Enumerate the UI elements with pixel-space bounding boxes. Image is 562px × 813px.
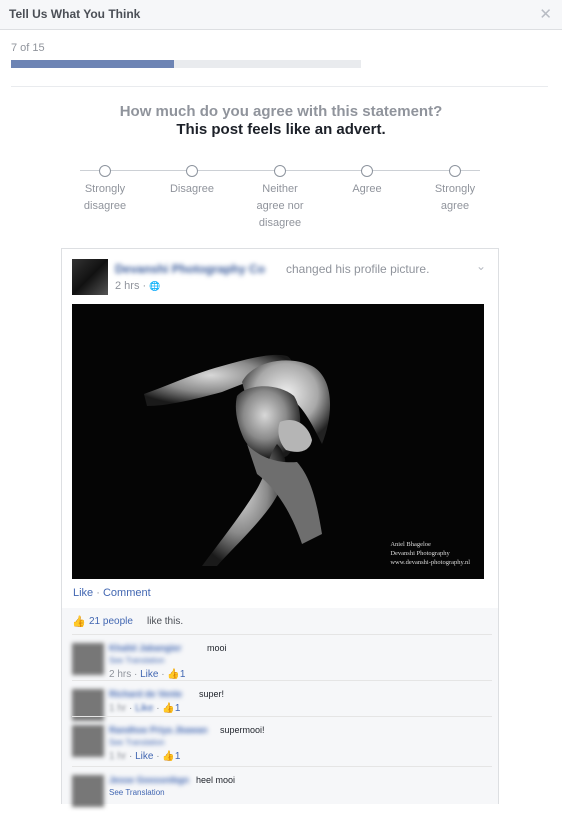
post-author[interactable]: Devanshi Photography Co: [115, 262, 265, 276]
credit-line: Aniel Bhageloe: [390, 541, 431, 548]
comment-time[interactable]: 1 hr: [109, 751, 126, 762]
scale-label-neither: Neither agree nor disagree: [235, 181, 325, 232]
see-translation-link[interactable]: See Translation: [109, 656, 165, 665]
comment-like-link[interactable]: Like: [135, 751, 153, 762]
comment-author[interactable]: Randhoe Priya Jbawan: [109, 725, 208, 735]
radio-agree[interactable]: [361, 165, 373, 177]
scale-label-line: Neither: [262, 183, 298, 195]
avatar[interactable]: [72, 725, 104, 757]
dialog-header: Tell Us What You Think ✕: [0, 0, 562, 30]
comment-like-count[interactable]: 1: [175, 703, 181, 714]
comment-author[interactable]: Jesse Goossnibgn: [109, 775, 189, 785]
avatar[interactable]: [72, 775, 104, 807]
comment-like-link[interactable]: Like: [135, 703, 153, 714]
likes-count[interactable]: 21 people: [89, 616, 133, 627]
likes-summary: 👍 21 people like this.: [61, 608, 499, 635]
avatar[interactable]: [72, 259, 108, 295]
chevron-down-icon[interactable]: ⌄: [476, 259, 486, 273]
comment-like-count[interactable]: 1: [175, 751, 181, 762]
post-time: 2 hrs · 🌐: [115, 280, 160, 292]
scale-label-disagree: Disagree: [147, 181, 237, 198]
progress-text: 7 of 15: [11, 42, 45, 54]
comments-list: Khalid Jabangier mooi See Translation 2 …: [61, 634, 499, 807]
like-link[interactable]: Like: [73, 587, 93, 599]
comment: Khalid Jabangier mooi See Translation 2 …: [72, 634, 492, 681]
action-separator: ·: [93, 587, 103, 599]
scale-label-line: agree nor: [256, 200, 304, 212]
radio-neither[interactable]: [274, 165, 286, 177]
comment-like-count[interactable]: 1: [180, 669, 186, 680]
comment-time[interactable]: 2 hrs: [109, 669, 131, 680]
comment-link[interactable]: Comment: [103, 587, 151, 599]
comment-meta: 2 hrs · Like · 👍1: [109, 669, 186, 680]
close-icon[interactable]: ✕: [539, 5, 552, 23]
comment: Jesse Goossnibgn heel mooi See Translati…: [72, 766, 492, 813]
scale-label-line: disagree: [258, 217, 302, 229]
survey-statement: This post feels like an advert.: [176, 121, 386, 138]
thumbs-up-icon: 👍: [162, 703, 175, 714]
see-translation-link[interactable]: See Translation: [109, 738, 165, 747]
comment-meta: 1 hr · Like · 👍1: [109, 703, 181, 714]
post-photo[interactable]: Aniel Bhageloe Devanshi Photography www.…: [72, 304, 484, 579]
scale-label-strongly-agree: Strongly agree: [410, 181, 500, 215]
avatar[interactable]: [72, 643, 104, 675]
credit-line: Devanshi Photography: [390, 550, 450, 557]
comment-text: super!: [199, 689, 225, 699]
comment-text: mooi: [207, 643, 227, 653]
scale-label-line: disagree: [83, 200, 127, 212]
scale-label-line: agree: [440, 200, 470, 212]
comment-like-link[interactable]: Like: [140, 669, 158, 680]
comment-text: supermooi!: [220, 725, 265, 735]
comment-meta: 1 hr · Like · 👍1: [109, 751, 181, 762]
scale-label-strongly-disagree: Strongly disagree: [60, 181, 150, 215]
comment-author[interactable]: Richard de Vente: [109, 689, 182, 699]
progress-bar: [11, 60, 361, 68]
comment-text: heel mooi: [196, 775, 236, 785]
comment: Randhoe Priya Jbawan supermooi! See Tran…: [72, 716, 492, 763]
thumbs-up-icon: 👍: [167, 669, 180, 680]
scale-label-line: Disagree: [169, 183, 215, 195]
post-actions: Like · Comment: [73, 587, 151, 599]
post-action: changed his profile picture.: [286, 262, 430, 276]
scale-label-agree: Agree: [322, 181, 412, 198]
radio-strongly-disagree[interactable]: [99, 165, 111, 177]
divider: [11, 86, 548, 87]
globe-icon: 🌐: [149, 281, 161, 291]
see-translation-link[interactable]: See Translation: [109, 788, 165, 797]
scale-label-line: Strongly: [84, 183, 126, 195]
likes-suffix: like this.: [147, 616, 184, 627]
thumbs-up-icon: 👍: [162, 751, 175, 762]
radio-strongly-agree[interactable]: [449, 165, 461, 177]
dialog-title: Tell Us What You Think: [9, 7, 141, 21]
comment-time[interactable]: 1 hr: [109, 703, 126, 714]
scale-label-line: Agree: [352, 183, 382, 195]
survey-question: How much do you agree with this statemen…: [119, 103, 443, 120]
comment-author[interactable]: Khalid Jabangier: [109, 643, 182, 653]
post-timestamp[interactable]: 2 hrs ·: [115, 280, 146, 292]
progress-fill: [11, 60, 175, 68]
scale-label-line: Strongly: [434, 183, 476, 195]
thumbs-up-icon: 👍: [72, 616, 86, 628]
radio-disagree[interactable]: [186, 165, 198, 177]
portrait-image: [144, 354, 331, 566]
credit-line: www.devanshi-photography.nl: [390, 559, 470, 566]
post-card: Devanshi Photography Co changed his prof…: [61, 248, 499, 610]
photo-credit: Aniel Bhageloe Devanshi Photography www.…: [390, 540, 470, 567]
